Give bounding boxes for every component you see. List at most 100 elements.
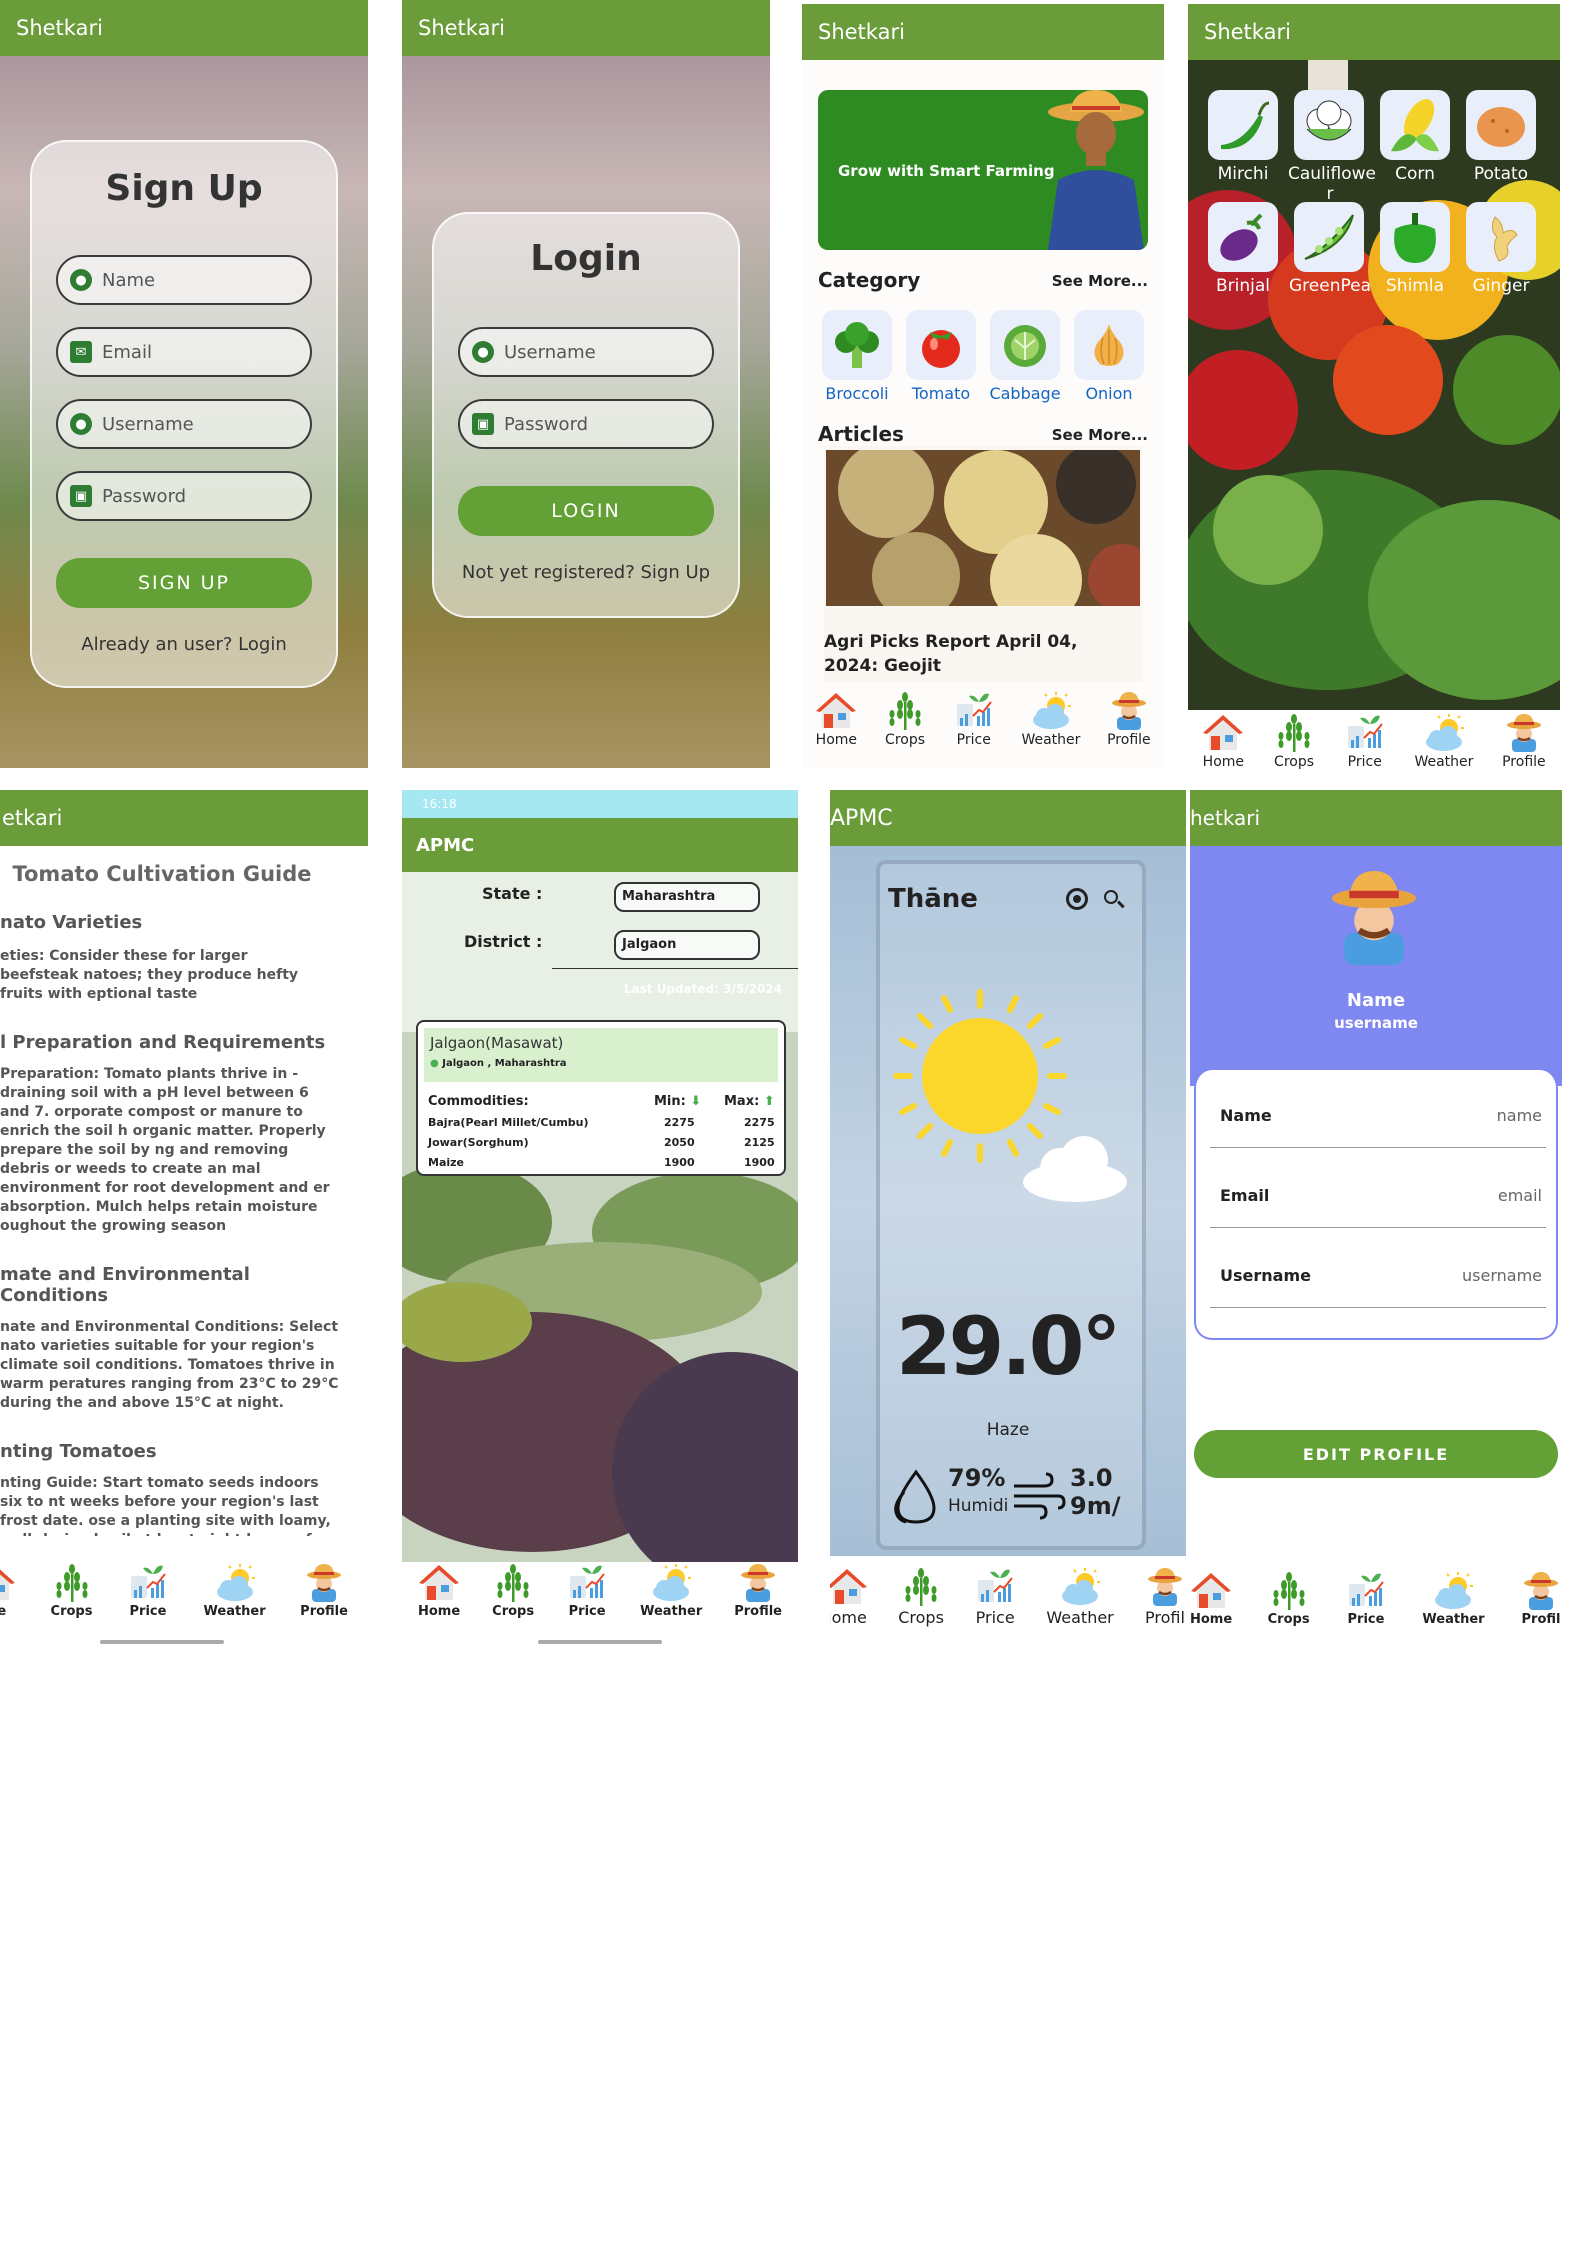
nav-weather[interactable]: Weather: [1414, 712, 1473, 770]
article-title: Agri Picks Report April 04, 2024: Geojit: [824, 632, 1078, 676]
smart-farming-banner[interactable]: Grow with Smart Farming: [818, 90, 1148, 250]
nav-weather[interactable]: Weather: [1021, 690, 1080, 748]
market-card[interactable]: Jalgaon(Masawat) ● Jalgaon , Maharashtra…: [416, 1020, 786, 1176]
max-price: 2275: [744, 1116, 775, 1129]
nav-crops[interactable]: Crops: [51, 1562, 93, 1619]
category-label-cabbage: Cabbage: [989, 384, 1061, 403]
nav-weather[interactable]: Weather: [1422, 1570, 1485, 1627]
name-field[interactable]: ● Name: [56, 255, 312, 305]
apmc-screen: 16:18 APMC State : Maharashtra District …: [402, 790, 798, 1650]
weather-icon: [1061, 1567, 1102, 1606]
corn-tile[interactable]: [1380, 90, 1450, 160]
nav-home[interactable]: Home: [1202, 712, 1244, 770]
app-bar: hetkari: [1190, 790, 1562, 846]
cabbage-tile[interactable]: [990, 310, 1060, 380]
bottom-nav: Home Crops Price Weather Profile: [1188, 712, 1560, 770]
profile-icon: [739, 1562, 777, 1604]
password-placeholder: Password: [504, 413, 589, 435]
article-card[interactable]: Agri Picks Report April 04, 2024: Geojit: [824, 446, 1142, 682]
brinjal-tile[interactable]: [1208, 202, 1278, 272]
guide-title: Tomato Cultivation Guide: [12, 862, 312, 886]
nav-crops[interactable]: Crops: [492, 1562, 534, 1619]
price-icon: [130, 1564, 166, 1599]
nav-profile[interactable]: Profile: [300, 1562, 348, 1619]
district-value: Jalgaon: [622, 937, 677, 952]
nav-home[interactable]: me: [0, 1562, 16, 1619]
nav-profile[interactable]: Profile: [734, 1562, 782, 1619]
username-field[interactable]: ● Username: [458, 327, 714, 377]
detail-value: email: [1497, 1186, 1542, 1205]
nav-home[interactable]: Home: [1190, 1570, 1232, 1627]
max-label: Max:: [724, 1094, 760, 1109]
onion-tile[interactable]: [1074, 310, 1144, 380]
nav-crops[interactable]: Crops: [1273, 712, 1315, 770]
crop-label-shimla: Shimla: [1386, 276, 1444, 296]
edit-profile-button[interactable]: EDIT PROFILE: [1194, 1430, 1558, 1478]
district-select[interactable]: Jalgaon: [614, 930, 760, 960]
search-icon[interactable]: [1104, 890, 1125, 908]
farmer-photo: [1048, 90, 1144, 250]
email-field[interactable]: ✉ Email: [56, 327, 312, 377]
ginger-tile[interactable]: [1466, 202, 1536, 272]
nav-crops[interactable]: Crops: [1268, 1570, 1310, 1627]
nav-crops[interactable]: Crops: [884, 690, 926, 748]
nav-weather[interactable]: Weather: [1046, 1566, 1114, 1627]
nav-profile[interactable]: Profile: [1107, 690, 1151, 748]
profile-icon: [1110, 690, 1148, 732]
weather-condition: Haze: [986, 1420, 1030, 1440]
crop-label-greenpea: GreenPea: [1288, 276, 1371, 296]
broccoli-tile[interactable]: [822, 310, 892, 380]
farmer-avatar: [1322, 866, 1426, 970]
nav-label: Price: [1347, 1612, 1385, 1627]
cauliflower-tile[interactable]: [1294, 90, 1364, 160]
wind-value: 3.0: [1070, 1464, 1113, 1492]
table-row: Bajra(Pearl Millet/Cumbu) 2275 2275: [428, 1116, 778, 1129]
category-see-more-link[interactable]: See More...: [1052, 272, 1148, 290]
nav-price[interactable]: Price: [127, 1562, 169, 1619]
commodity-name: Jowar(Sorghum): [428, 1136, 529, 1149]
nav-home[interactable]: lome: [830, 1566, 868, 1627]
nav-weather[interactable]: Weather: [640, 1562, 702, 1619]
signup-link[interactable]: Not yet registered? Sign Up: [402, 562, 770, 583]
min-price: 2275: [664, 1116, 695, 1129]
price-icon: [977, 1568, 1014, 1603]
city-name: Thāne: [888, 884, 978, 914]
nav-home[interactable]: Home: [418, 1562, 460, 1619]
username-field[interactable]: ● Username: [56, 399, 312, 449]
location-icon[interactable]: [1066, 888, 1088, 910]
market-location: ● Jalgaon , Maharashtra: [430, 1058, 772, 1069]
nav-home[interactable]: Home: [815, 690, 857, 748]
greenpea-tile[interactable]: [1294, 202, 1364, 272]
nav-label: Weather: [1046, 1608, 1114, 1627]
max-price: 2125: [744, 1136, 775, 1149]
state-select[interactable]: Maharashtra: [614, 882, 760, 912]
nav-profile[interactable]: Profil: [1144, 1566, 1186, 1627]
nav-label: Weather: [640, 1604, 703, 1619]
password-field[interactable]: ▣ Password: [56, 471, 312, 521]
page-title: Login: [530, 238, 642, 279]
table-row: Maize 1900 1900: [428, 1156, 778, 1169]
tomato-tile[interactable]: [906, 310, 976, 380]
signup-button[interactable]: SIGN UP: [56, 558, 312, 608]
nav-crops[interactable]: Crops: [898, 1566, 944, 1627]
crop-label-mirchi: Mirchi: [1217, 164, 1269, 184]
nav-profile[interactable]: Profil: [1520, 1570, 1562, 1627]
shimla-tile[interactable]: [1380, 202, 1450, 272]
potato-tile[interactable]: [1466, 90, 1536, 160]
nav-price[interactable]: Price: [1344, 712, 1386, 770]
password-field[interactable]: ▣ Password: [458, 399, 714, 449]
nav-profile[interactable]: Profile: [1502, 712, 1546, 770]
articles-title: Articles: [818, 422, 904, 446]
nav-price[interactable]: Price: [974, 1566, 1016, 1627]
articles-see-more-link[interactable]: See More...: [1052, 426, 1148, 444]
password-placeholder: Password: [102, 485, 187, 507]
corn-icon: [1391, 99, 1439, 152]
login-link[interactable]: Already an user? Login: [0, 634, 368, 655]
nav-weather[interactable]: Weather: [204, 1562, 266, 1619]
nav-price[interactable]: Price: [566, 1562, 608, 1619]
nav-price[interactable]: Price: [1345, 1570, 1387, 1627]
onion-icon: [1094, 324, 1124, 366]
mirchi-tile[interactable]: [1208, 90, 1278, 160]
nav-price[interactable]: Price: [953, 690, 995, 748]
login-button[interactable]: LOGIN: [458, 486, 714, 536]
